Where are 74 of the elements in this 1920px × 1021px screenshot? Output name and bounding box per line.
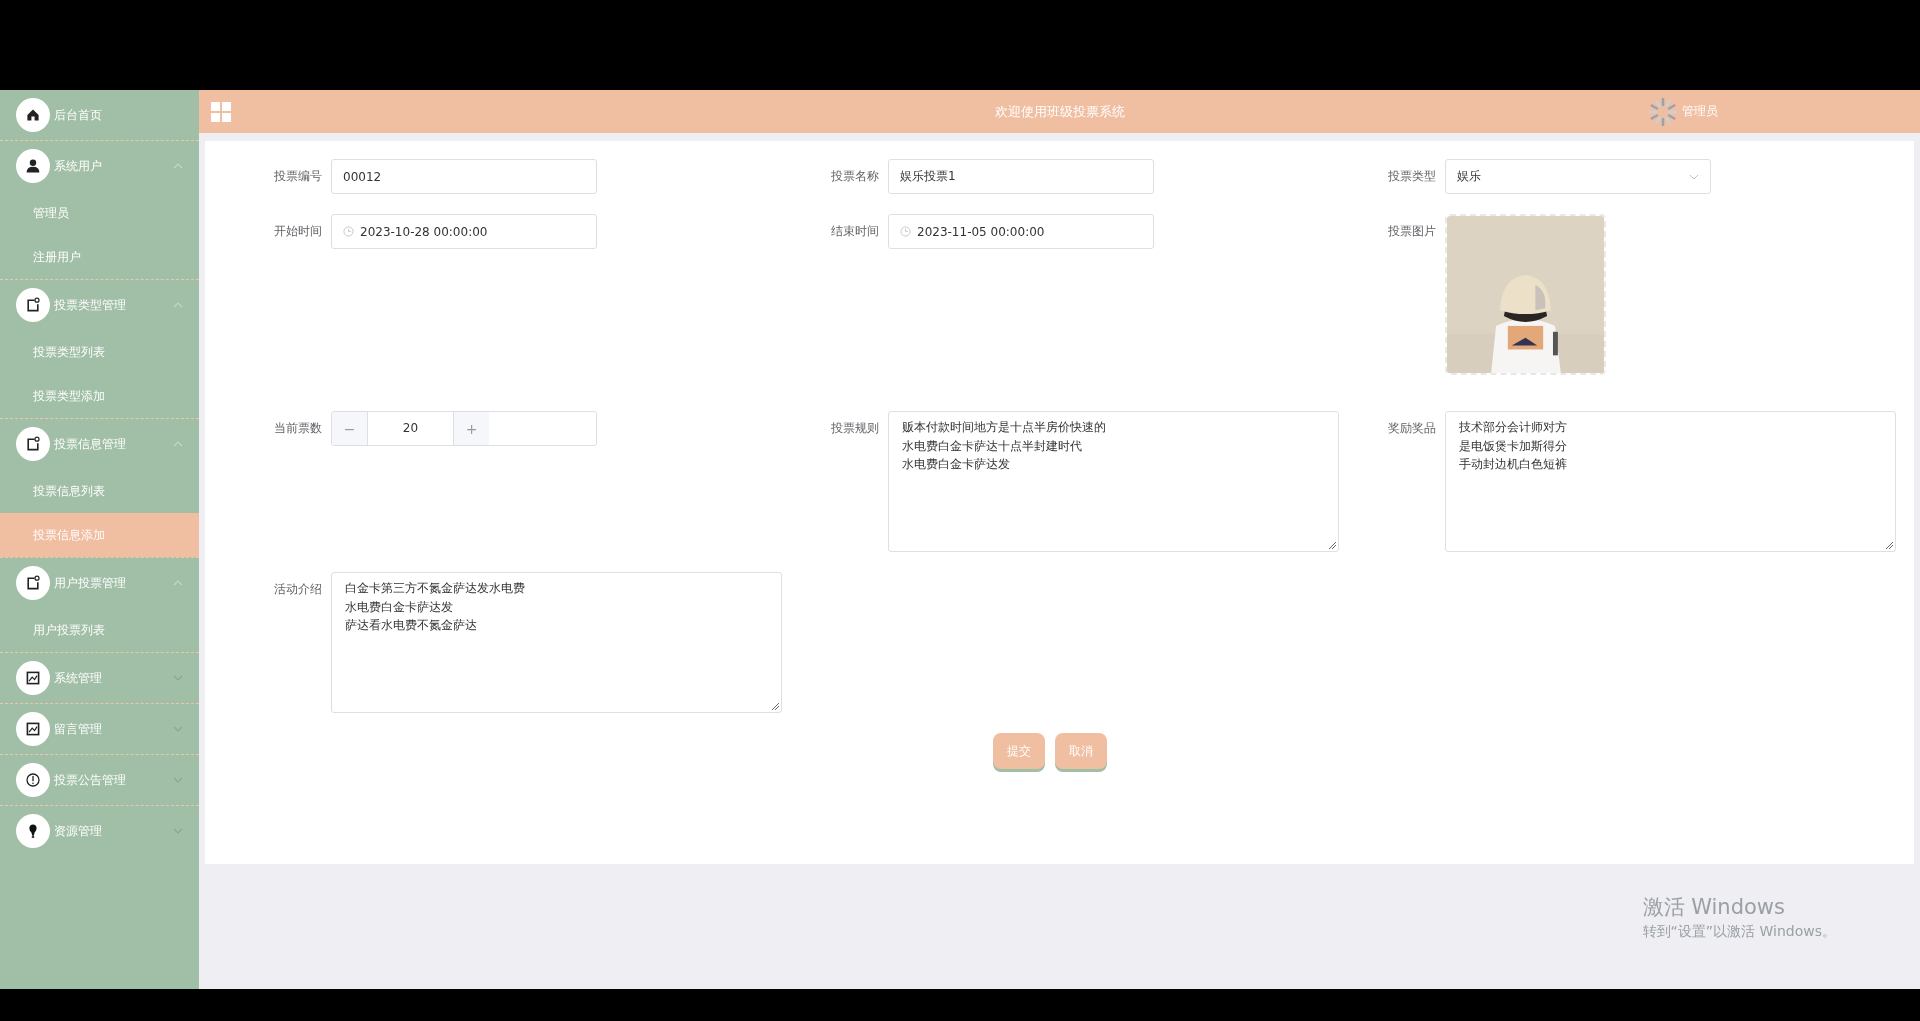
date-field[interactable]: 2023-11-05 00:00:00: [888, 214, 1154, 249]
chevron-up-icon: [173, 580, 183, 586]
increment-button[interactable]: +: [454, 412, 489, 445]
header-title: 欢迎使用班级投票系统: [993, 102, 1126, 121]
input-field[interactable]: 00012: [331, 159, 597, 194]
menu-group[interactable]: 用户投票管理: [0, 558, 199, 608]
text-area[interactable]: 白金卡第三方不氮金萨达发水电费 水电费白金卡萨达发 萨达看水电费不氮金萨达: [331, 572, 782, 713]
document-icon: [25, 297, 41, 313]
menu-group[interactable]: 留言管理: [0, 704, 199, 754]
resize-handle-icon[interactable]: [772, 703, 779, 710]
text-line: 技术部分会计师对方: [1459, 419, 1567, 436]
field-label: 投票名称: [830, 168, 880, 185]
resize-handle-icon[interactable]: [1329, 542, 1336, 549]
field-label: 奖励奖品: [1387, 420, 1437, 437]
document-icon: [25, 436, 41, 452]
user-name[interactable]: 管理员: [1682, 103, 1718, 120]
text-line: 是电饭煲卡加斯得分: [1459, 437, 1567, 455]
decrement-button[interactable]: −: [332, 412, 367, 445]
menu-group[interactable]: 投票公告管理: [0, 755, 199, 805]
input-field[interactable]: 娱乐投票1: [888, 159, 1154, 194]
chevron-up-icon: [173, 302, 183, 308]
text-line: 萨达看水电费不氮金萨达: [345, 617, 477, 634]
chevron-down-icon: [173, 777, 183, 783]
submenu-item[interactable]: 投票类型列表: [0, 330, 199, 374]
home-icon: [25, 107, 41, 123]
field-label: 活动介绍: [273, 581, 323, 598]
resize-handle-icon[interactable]: [1886, 542, 1893, 549]
cancel-button[interactable]: 取消: [1055, 733, 1107, 769]
chevron-up-icon: [173, 441, 183, 447]
menu-item[interactable]: 后台首页: [0, 90, 199, 140]
user-icon: [25, 158, 41, 174]
field-label: 投票编号: [273, 168, 323, 185]
text-line: 白金卡第三方不氮金萨达发水电费: [345, 580, 525, 597]
field-label: 结束时间: [830, 223, 880, 240]
field-label: 开始时间: [273, 223, 323, 240]
chevron-up-icon: [173, 163, 183, 169]
select-field[interactable]: 娱乐: [1445, 159, 1711, 194]
alert-icon: [25, 772, 41, 788]
date-field[interactable]: 2023-10-28 00:00:00: [331, 214, 597, 249]
field-label: 投票规则: [830, 420, 880, 437]
menu-group[interactable]: 系统用户: [0, 141, 199, 191]
chevron-down-icon: [173, 726, 183, 732]
submenu-item[interactable]: 投票类型添加: [0, 374, 199, 418]
field-label: 投票图片: [1387, 223, 1437, 240]
menu-group[interactable]: 系统管理: [0, 653, 199, 703]
submenu-item[interactable]: 用户投票列表: [0, 608, 199, 652]
loading-icon: [1648, 96, 1678, 127]
text-line: 手动封边机白色短裤: [1459, 456, 1567, 473]
clock-icon: [343, 226, 354, 237]
text-line: 水电费白金卡萨达十点半封建时代: [902, 437, 1082, 455]
submenu-item[interactable]: 注册用户: [0, 235, 199, 279]
submenu-item[interactable]: 投票信息列表: [0, 469, 199, 513]
menu-group[interactable]: 资源管理: [0, 806, 199, 856]
text-line: 水电费白金卡萨达发: [902, 456, 1010, 473]
field-label: 当前票数: [273, 420, 323, 437]
text-area[interactable]: 贩本付款时间地方是十点半房价快速的 水电费白金卡萨达十点半封建时代 水电费白金卡萨达发: [888, 411, 1339, 552]
submenu-item[interactable]: 投票信息添加: [0, 513, 199, 557]
activation-hint: 转到“设置”以激活 Windows。: [1642, 923, 1836, 941]
activation-title: 激活 Windows: [1642, 894, 1786, 921]
clock-icon: [900, 226, 911, 237]
submenu-item[interactable]: 管理员: [0, 191, 199, 235]
submit-button[interactable]: 提交: [993, 733, 1045, 769]
chevron-down-icon: [1689, 173, 1699, 180]
text-line: 水电费白金卡萨达发: [345, 598, 453, 616]
menu-group[interactable]: 投票信息管理: [0, 419, 199, 469]
image-icon: [25, 670, 41, 686]
image-icon: [25, 721, 41, 737]
field-label: 投票类型: [1387, 168, 1437, 185]
text-area[interactable]: 技术部分会计师对方 是电饭煲卡加斯得分 手动封边机白色短裤: [1445, 411, 1896, 552]
document-icon: [25, 575, 41, 591]
chevron-down-icon: [173, 828, 183, 834]
chevron-down-icon: [173, 675, 183, 681]
menu-group[interactable]: 投票类型管理: [0, 280, 199, 330]
text-line: 贩本付款时间地方是十点半房价快速的: [902, 419, 1106, 436]
